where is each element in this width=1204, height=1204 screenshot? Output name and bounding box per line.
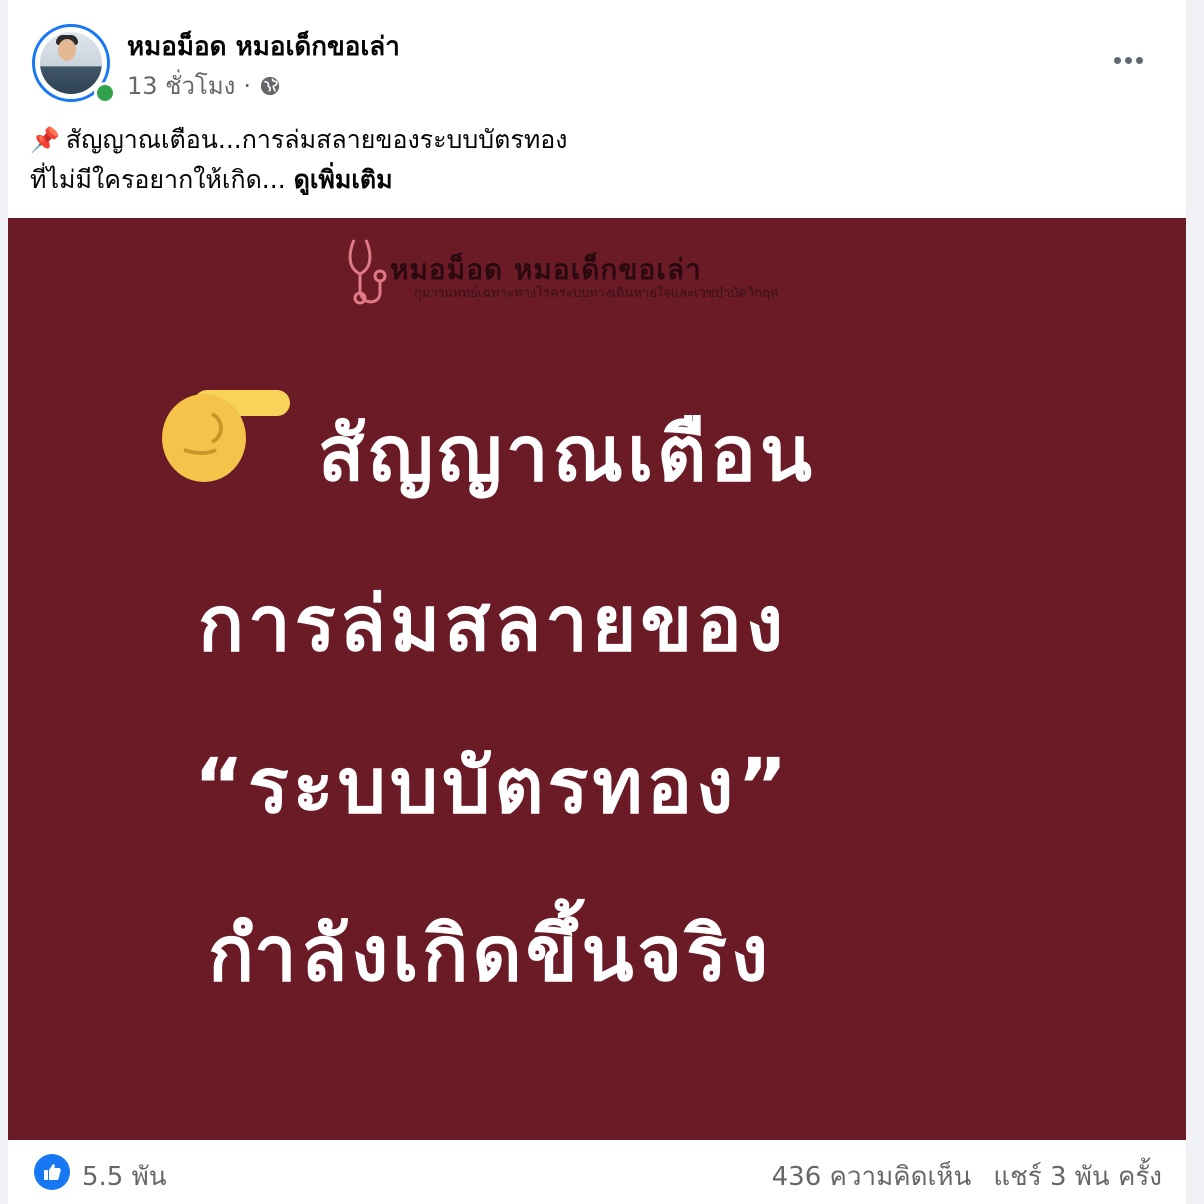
avatar-face (58, 39, 76, 61)
post-caption: 📌 สัญญาณเตือน...การล่มสลายของระบบบัตรทอง … (30, 120, 568, 199)
author-name[interactable]: หมอม็อด หมอเด็กขอเล่า (127, 26, 400, 67)
post-timestamp[interactable]: 13 ชั่วโมง (127, 66, 235, 105)
globe-icon[interactable] (259, 75, 281, 97)
more-dot (1135, 56, 1143, 64)
caption-text-1: สัญญาณเตือน...การล่มสลายของระบบบัตรทอง (65, 125, 568, 154)
post-footer: 5.5 พัน 436 ความคิดเห็น แชร์ 3 พัน ครั้ง (8, 1140, 1186, 1204)
headline-line-3: “ระบบบัตรทอง” (194, 741, 792, 830)
engagement-stats: 436 ความคิดเห็น แชร์ 3 พัน ครั้ง (772, 1156, 1162, 1197)
meta-separator: · (243, 71, 252, 100)
online-status-icon (94, 82, 116, 104)
caption-text-2: ที่ไม่มีใครอยากให้เกิด... (30, 165, 286, 194)
like-reaction-icon[interactable] (34, 1154, 70, 1190)
post-meta: 13 ชั่วโมง · (127, 66, 281, 105)
share-count[interactable]: แชร์ 3 พัน ครั้ง (993, 1162, 1162, 1192)
logo-subtitle: กุมารแพทย์เฉพาะทางโรคระบบทางเดินหายใจและ… (414, 286, 779, 301)
thumbs-up-icon (44, 1164, 61, 1180)
stethoscope-icon (348, 239, 387, 305)
more-options-icon[interactable] (1108, 50, 1148, 70)
post-image[interactable]: หมอม็อด หมอเด็กขอเล่า กุมารแพทย์เฉพาะทาง… (8, 218, 1186, 1140)
headline-line-2: การล่มสลายของ (198, 579, 788, 668)
post-header: หมอม็อด หมอเด็กขอเล่า 13 ชั่วโมง · (8, 0, 1186, 110)
comment-count[interactable]: 436 ความคิดเห็น (772, 1162, 972, 1192)
reaction-count[interactable]: 5.5 พัน (82, 1156, 167, 1197)
avatar[interactable] (32, 24, 118, 110)
image-logo: หมอม็อด หมอเด็กขอเล่า กุมารแพทย์เฉพาะทาง… (344, 234, 844, 314)
caption-line-2: ที่ไม่มีใครอยากให้เกิด... ดูเพิ่มเติม (30, 160, 568, 199)
headline-line-1: สัญญาณเตือน (318, 409, 817, 498)
more-dot (1124, 56, 1132, 64)
see-more-link[interactable]: ดูเพิ่มเติม (294, 165, 393, 194)
pointing-right-hand-icon (162, 390, 290, 482)
headline-line-4: กำลังเกิดขึ้นจริง (208, 909, 773, 998)
more-dot (1113, 56, 1121, 64)
caption-line-1: 📌 สัญญาณเตือน...การล่มสลายของระบบบัตรทอง (30, 120, 568, 160)
post-card: หมอม็อด หมอเด็กขอเล่า 13 ชั่วโมง · 📌 สัญญ… (8, 0, 1186, 1204)
pushpin-icon: 📌 (30, 126, 60, 154)
